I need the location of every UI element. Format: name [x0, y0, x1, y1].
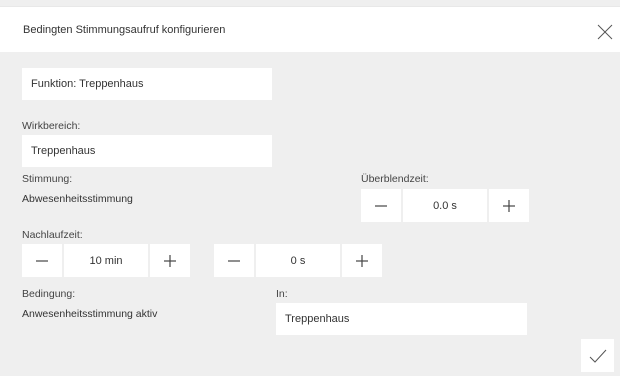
- close-icon[interactable]: [596, 23, 614, 41]
- in-label: In:: [276, 288, 288, 300]
- minus-icon: [36, 259, 48, 262]
- followup-seconds-stepper: 0 s: [214, 244, 382, 277]
- minutes-plus-button[interactable]: [150, 244, 190, 277]
- configure-dialog: Bedingten Stimmungsaufruf konfigurieren …: [0, 0, 620, 376]
- function-field-value: Funktion: Treppenhaus: [31, 78, 144, 90]
- followup-minutes-stepper: 10 min: [22, 244, 190, 277]
- confirm-button[interactable]: [581, 339, 614, 372]
- fade-minus-button[interactable]: [361, 189, 401, 222]
- minus-icon: [228, 259, 240, 262]
- minutes-value: 10 min: [64, 244, 148, 277]
- condition-label: Bedingung:: [22, 288, 76, 300]
- plus-icon: [503, 199, 515, 212]
- checkmark-icon: [589, 349, 606, 363]
- scope-label: Wirkbereich:: [22, 120, 81, 132]
- scope-field[interactable]: Treppenhaus: [22, 135, 272, 167]
- dialog-title: Bedingten Stimmungsaufruf konfigurieren: [23, 24, 226, 36]
- seconds-plus-button[interactable]: [342, 244, 382, 277]
- followup-label: Nachlaufzeit:: [22, 229, 83, 241]
- in-area-value: Treppenhaus: [285, 313, 350, 325]
- mood-label: Stimmung:: [22, 173, 73, 185]
- fade-label: Überblendzeit:: [361, 173, 429, 185]
- fade-value: 0.0 s: [403, 189, 487, 222]
- scope-field-value: Treppenhaus: [31, 145, 96, 157]
- minutes-minus-button[interactable]: [22, 244, 62, 277]
- mood-value: Abwesenheitsstimmung: [22, 193, 133, 205]
- fade-stepper: 0.0 s: [361, 189, 529, 222]
- seconds-minus-button[interactable]: [214, 244, 254, 277]
- function-field: Funktion: Treppenhaus: [22, 68, 272, 100]
- plus-icon: [164, 254, 176, 267]
- minus-icon: [375, 204, 387, 207]
- condition-value: Anwesenheitsstimmung aktiv: [22, 308, 158, 320]
- dialog-header: Bedingten Stimmungsaufruf konfigurieren: [0, 7, 620, 52]
- in-area-field[interactable]: Treppenhaus: [276, 303, 527, 335]
- seconds-value: 0 s: [256, 244, 340, 277]
- plus-icon: [356, 254, 368, 267]
- fade-plus-button[interactable]: [489, 189, 529, 222]
